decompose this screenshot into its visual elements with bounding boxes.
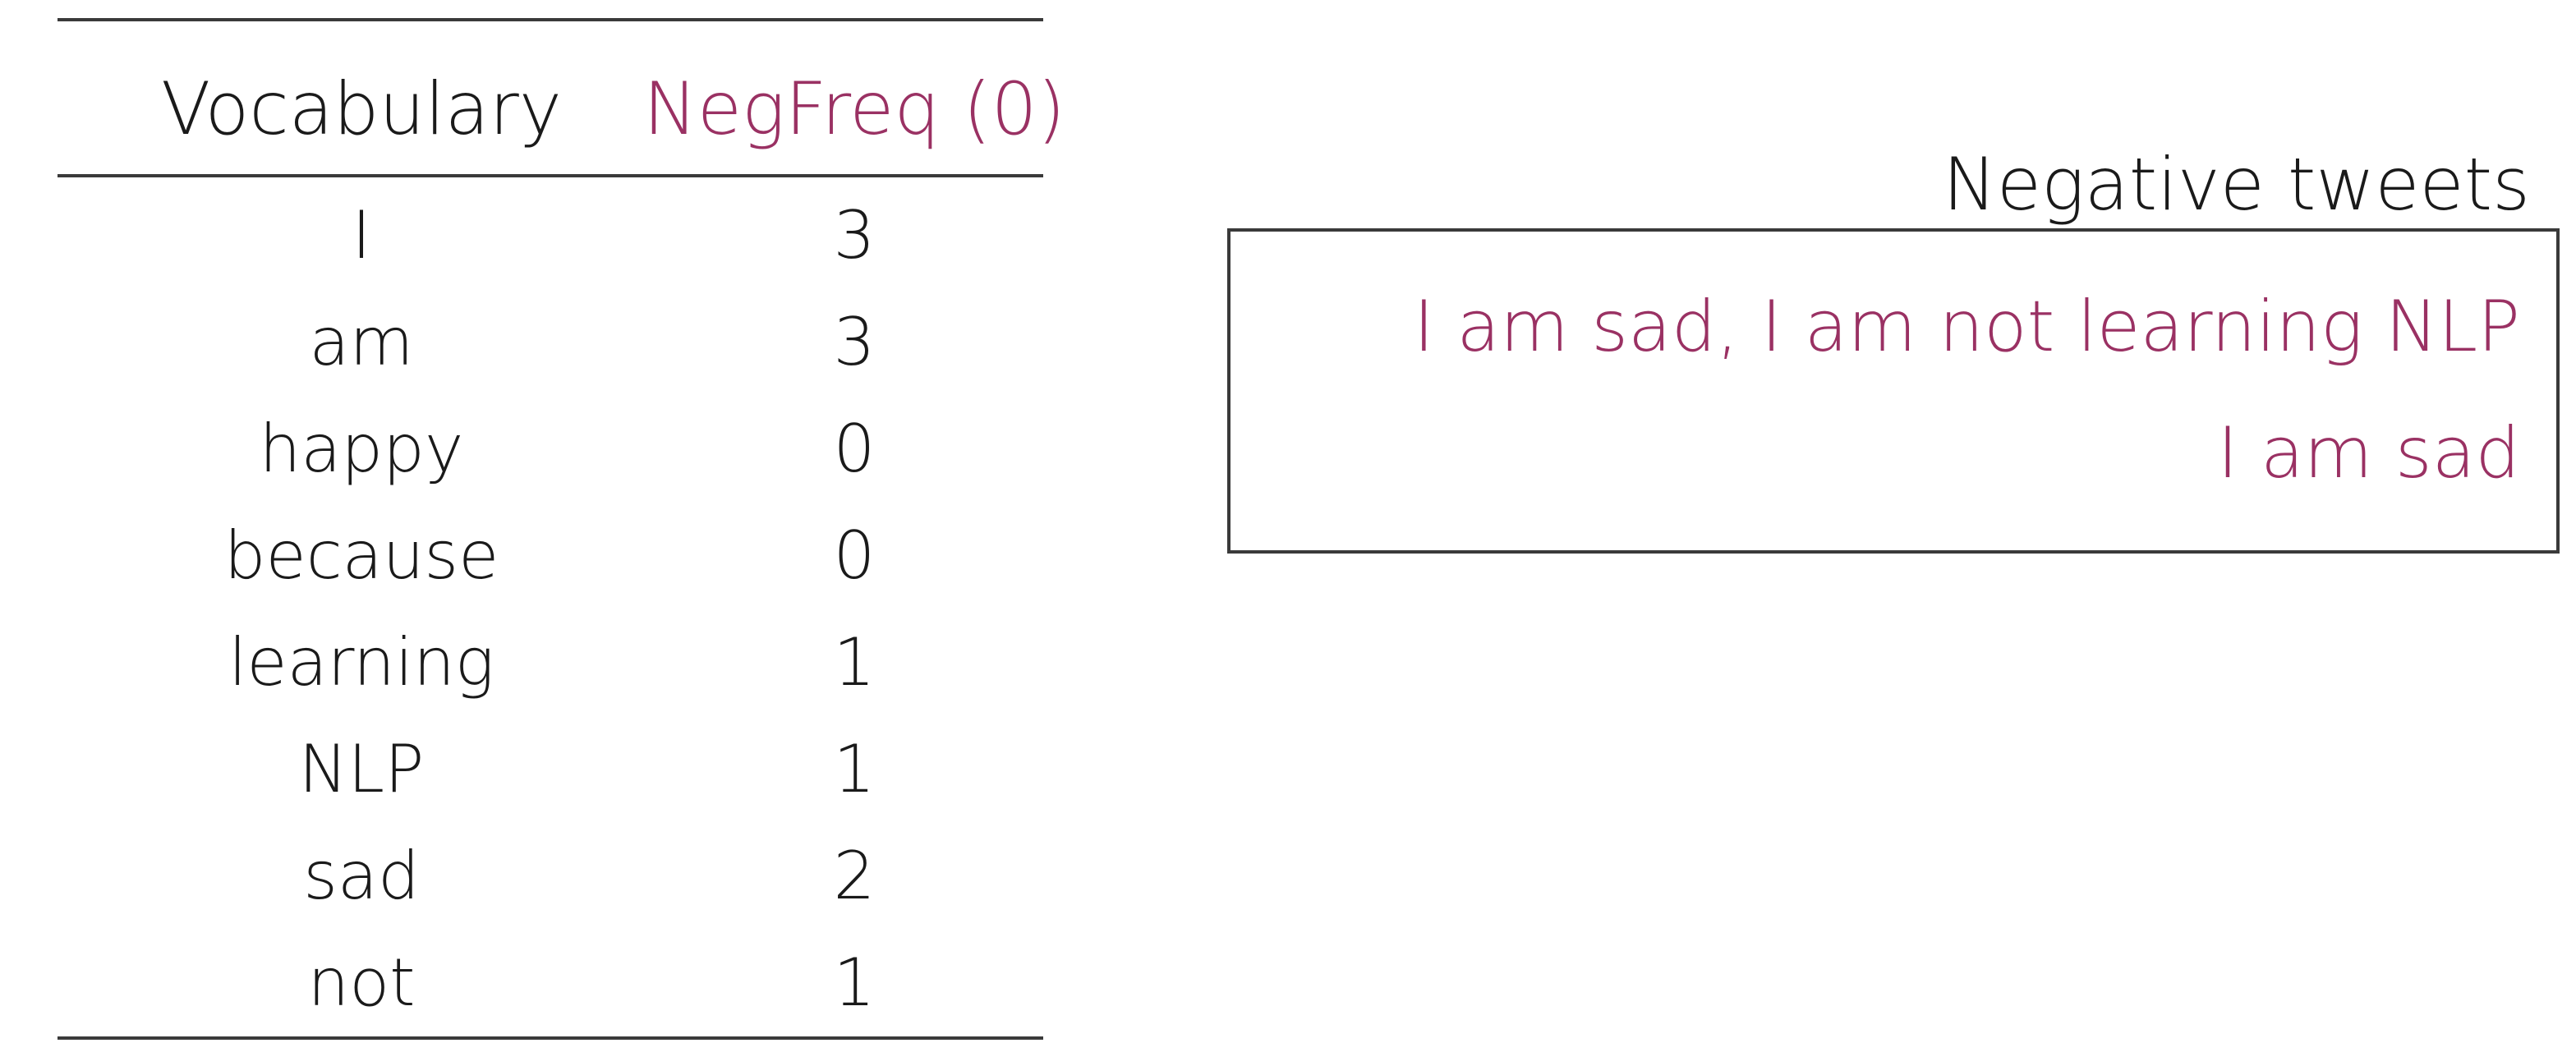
neg-freq-cell: 2	[833, 838, 876, 914]
neg-freq-cell: 0	[833, 517, 876, 594]
table-row: I 3	[58, 182, 1043, 289]
neg-freq-cell: 1	[833, 731, 876, 807]
vocabulary-frequency-table: Vocabulary NegFreq (0) I 3 am 3 happy 0 …	[58, 18, 1065, 1043]
table-header-row: Vocabulary NegFreq (0)	[58, 64, 1065, 154]
table-row: sad 2	[58, 823, 1043, 930]
table-row: not 1	[58, 930, 1043, 1036]
neg-freq-cell: 3	[833, 197, 876, 273]
table-row: NLP 1	[58, 716, 1043, 823]
table-bottom-rule	[58, 1036, 1043, 1040]
negative-tweets-label: Negative tweets	[1943, 142, 2530, 227]
neg-freq-cell: 1	[833, 624, 876, 701]
negative-tweet: I am sad	[2217, 412, 2520, 494]
table-row: happy 0	[58, 396, 1043, 503]
negative-tweet: I am sad, I am not learning NLP	[1413, 286, 2520, 368]
table-top-rule	[58, 18, 1043, 21]
table-row: learning 1	[58, 609, 1043, 716]
table-row: because 0	[58, 503, 1043, 609]
neg-freq-cell: 3	[833, 304, 876, 380]
negfreq-column-header: NegFreq (0)	[643, 67, 1065, 151]
table-row: am 3	[58, 289, 1043, 396]
table-body: I 3 am 3 happy 0 because 0 learning 1 NL…	[58, 182, 1043, 1028]
table-header-rule	[58, 174, 1043, 177]
negative-tweets-box: I am sad, I am not learning NLP I am sad	[1227, 228, 2560, 554]
neg-freq-cell: 0	[833, 411, 876, 487]
neg-freq-cell: 1	[833, 944, 876, 1021]
